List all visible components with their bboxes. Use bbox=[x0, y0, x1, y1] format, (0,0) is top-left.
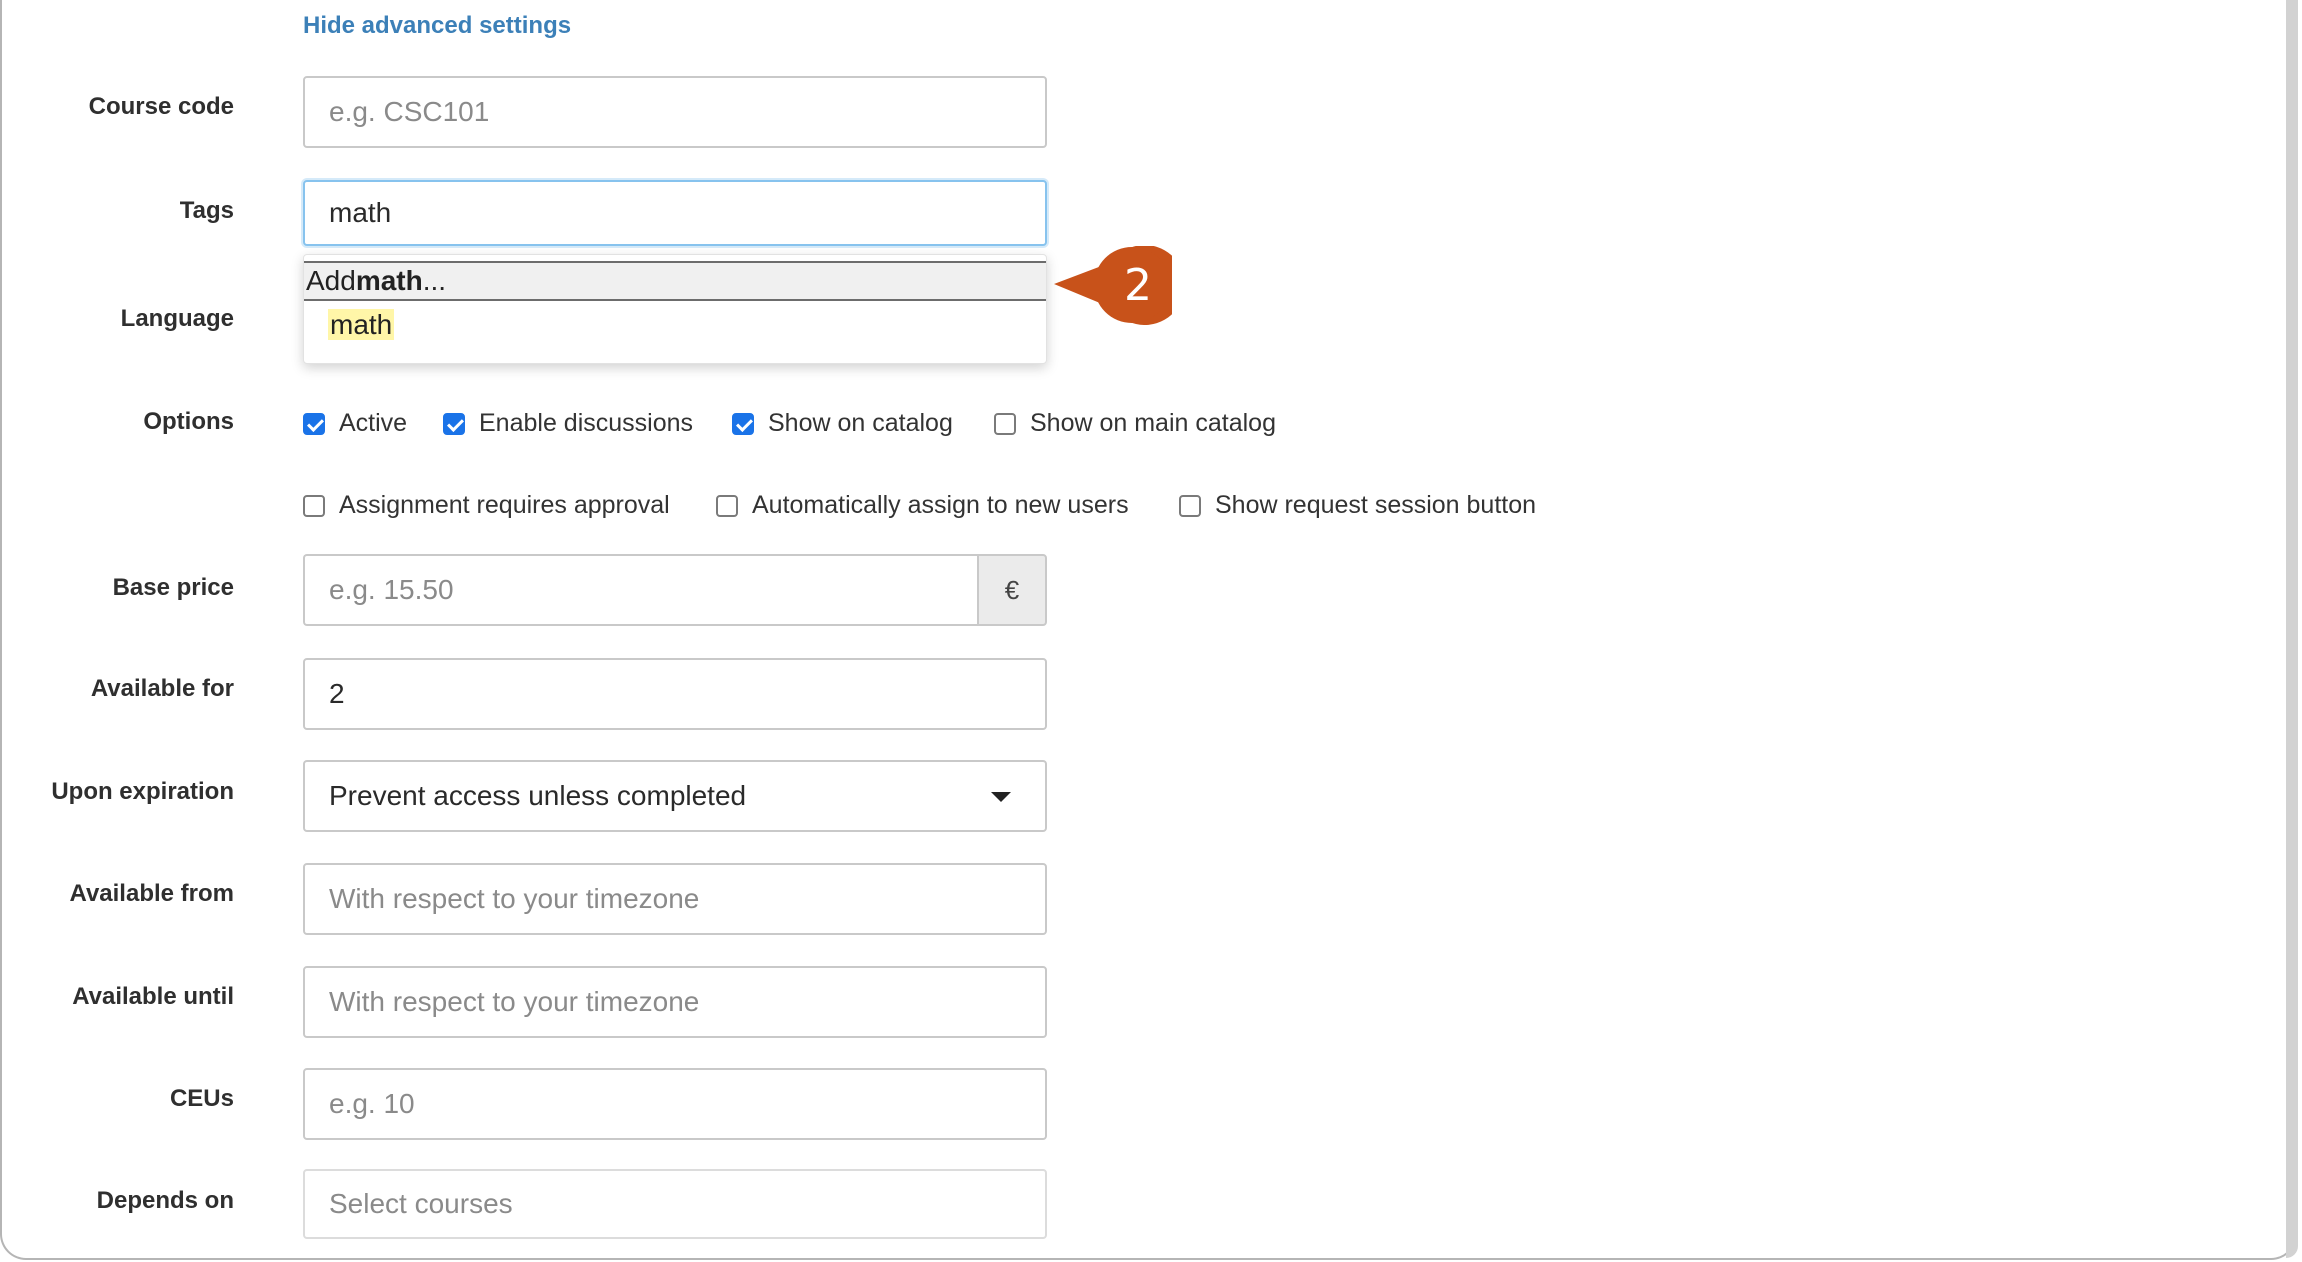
step-callout-number: 2 bbox=[1124, 260, 1152, 311]
course-code-input[interactable]: e.g. CSC101 bbox=[303, 76, 1047, 148]
show-on-catalog-checkbox-row[interactable]: Show on catalog bbox=[732, 409, 953, 438]
assignment-requires-approval-checkbox-label: Assignment requires approval bbox=[339, 491, 670, 519]
available-from-label: Available from bbox=[69, 880, 235, 907]
form-panel: Hide advanced settings Course code e.g. … bbox=[0, 0, 2297, 1260]
base-price-label: Base price bbox=[112, 574, 234, 601]
assignment-requires-approval-checkbox-row[interactable]: Assignment requires approval bbox=[303, 491, 670, 520]
ceus-input[interactable]: e.g. 10 bbox=[303, 1068, 1047, 1140]
show-on-main-catalog-checkbox-label: Show on main catalog bbox=[1030, 409, 1276, 437]
vertical-scrollbar[interactable] bbox=[2286, 0, 2298, 1258]
upon-expiration-label: Upon expiration bbox=[51, 778, 234, 805]
language-label: Language bbox=[120, 305, 234, 332]
ceus-label: CEUs bbox=[169, 1085, 234, 1112]
add-tag-term: math bbox=[355, 265, 423, 296]
active-checkbox-label: Active bbox=[339, 409, 408, 437]
options-label: Options bbox=[143, 408, 234, 435]
hide-advanced-settings-link[interactable]: Hide advanced settings bbox=[303, 12, 571, 40]
upon-expiration-select[interactable]: Prevent access unless completed bbox=[303, 760, 1047, 832]
show-on-main-catalog-checkbox-row[interactable]: Show on main catalog bbox=[994, 409, 1276, 438]
available-for-label: Available for bbox=[90, 675, 234, 702]
course-code-label: Course code bbox=[88, 93, 234, 120]
base-price-input[interactable]: e.g. 15.50 bbox=[303, 554, 979, 626]
auto-assign-new-users-checkbox-row[interactable]: Automatically assign to new users bbox=[716, 491, 1129, 520]
available-from-input[interactable]: With respect to your timezone bbox=[303, 863, 1047, 935]
show-on-catalog-checkbox[interactable] bbox=[732, 412, 754, 435]
currency-addon: € bbox=[977, 554, 1047, 626]
assignment-requires-approval-checkbox[interactable] bbox=[303, 494, 325, 517]
tag-suggestion-item[interactable]: math bbox=[328, 309, 395, 341]
depends-on-select[interactable]: Select courses bbox=[303, 1169, 1047, 1239]
show-request-session-checkbox-row[interactable]: Show request session button bbox=[1179, 491, 1536, 520]
available-until-input[interactable]: With respect to your timezone bbox=[303, 966, 1047, 1038]
show-request-session-checkbox-label: Show request session button bbox=[1215, 491, 1537, 519]
active-checkbox-row[interactable]: Active bbox=[303, 409, 407, 438]
tags-label: Tags bbox=[179, 197, 234, 224]
depends-on-label: Depends on bbox=[96, 1187, 234, 1214]
available-until-label: Available until bbox=[72, 983, 234, 1010]
enable-discussions-checkbox-row[interactable]: Enable discussions bbox=[443, 409, 693, 438]
enable-discussions-checkbox-label: Enable discussions bbox=[479, 409, 694, 437]
show-on-catalog-checkbox-label: Show on catalog bbox=[768, 409, 953, 437]
active-checkbox[interactable] bbox=[303, 412, 325, 435]
auto-assign-new-users-checkbox[interactable] bbox=[716, 494, 738, 517]
tag-suggestion-text: math bbox=[328, 309, 395, 340]
caret-down-icon bbox=[991, 792, 1011, 802]
tags-suggestion-dropdown: Add math ... math bbox=[303, 254, 1047, 364]
add-tag-suffix: ... bbox=[422, 265, 447, 296]
upon-expiration-selected: Prevent access unless completed bbox=[329, 780, 747, 811]
tags-input[interactable]: math bbox=[303, 180, 1047, 246]
show-request-session-checkbox[interactable] bbox=[1179, 494, 1201, 517]
show-on-main-catalog-checkbox[interactable] bbox=[994, 412, 1016, 435]
available-for-input[interactable]: 2 bbox=[303, 658, 1047, 730]
enable-discussions-checkbox[interactable] bbox=[443, 412, 465, 435]
auto-assign-new-users-checkbox-label: Automatically assign to new users bbox=[752, 491, 1129, 519]
add-tag-option[interactable]: Add math ... bbox=[304, 261, 1046, 301]
add-tag-prefix: Add bbox=[306, 265, 356, 296]
